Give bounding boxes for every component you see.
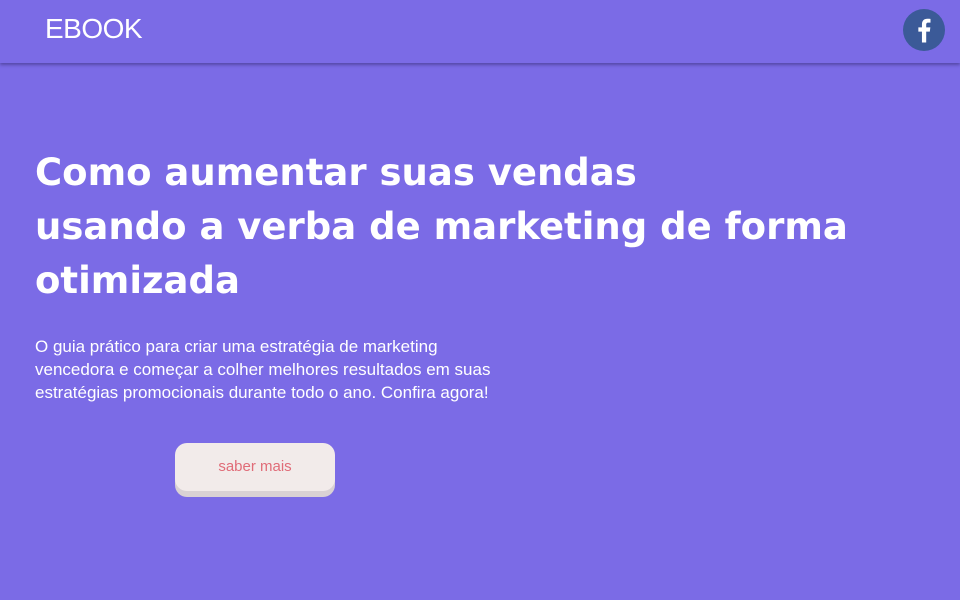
hero-headline: Como aumentar suas vendas usando a verba…	[35, 146, 945, 308]
facebook-icon[interactable]	[903, 9, 945, 51]
description-line: estratégias promocionais durante todo o …	[35, 383, 489, 402]
description-line: vencedora e começar a colher melhores re…	[35, 360, 491, 379]
headline-line: usando a verba de marketing de forma	[35, 205, 848, 248]
headline-line: otimizada	[35, 259, 240, 302]
hero-section: Como aumentar suas vendas usando a verba…	[0, 0, 960, 600]
saber-mais-button[interactable]: saber mais	[175, 443, 335, 491]
top-navbar: EBOOK	[0, 0, 960, 63]
headline-line: Como aumentar suas vendas	[35, 151, 637, 194]
brand-logo-link[interactable]: EBOOK	[45, 13, 143, 45]
hero-description: O guia prático para criar uma estratégia…	[35, 335, 555, 404]
description-line: O guia prático para criar uma estratégia…	[35, 337, 438, 356]
